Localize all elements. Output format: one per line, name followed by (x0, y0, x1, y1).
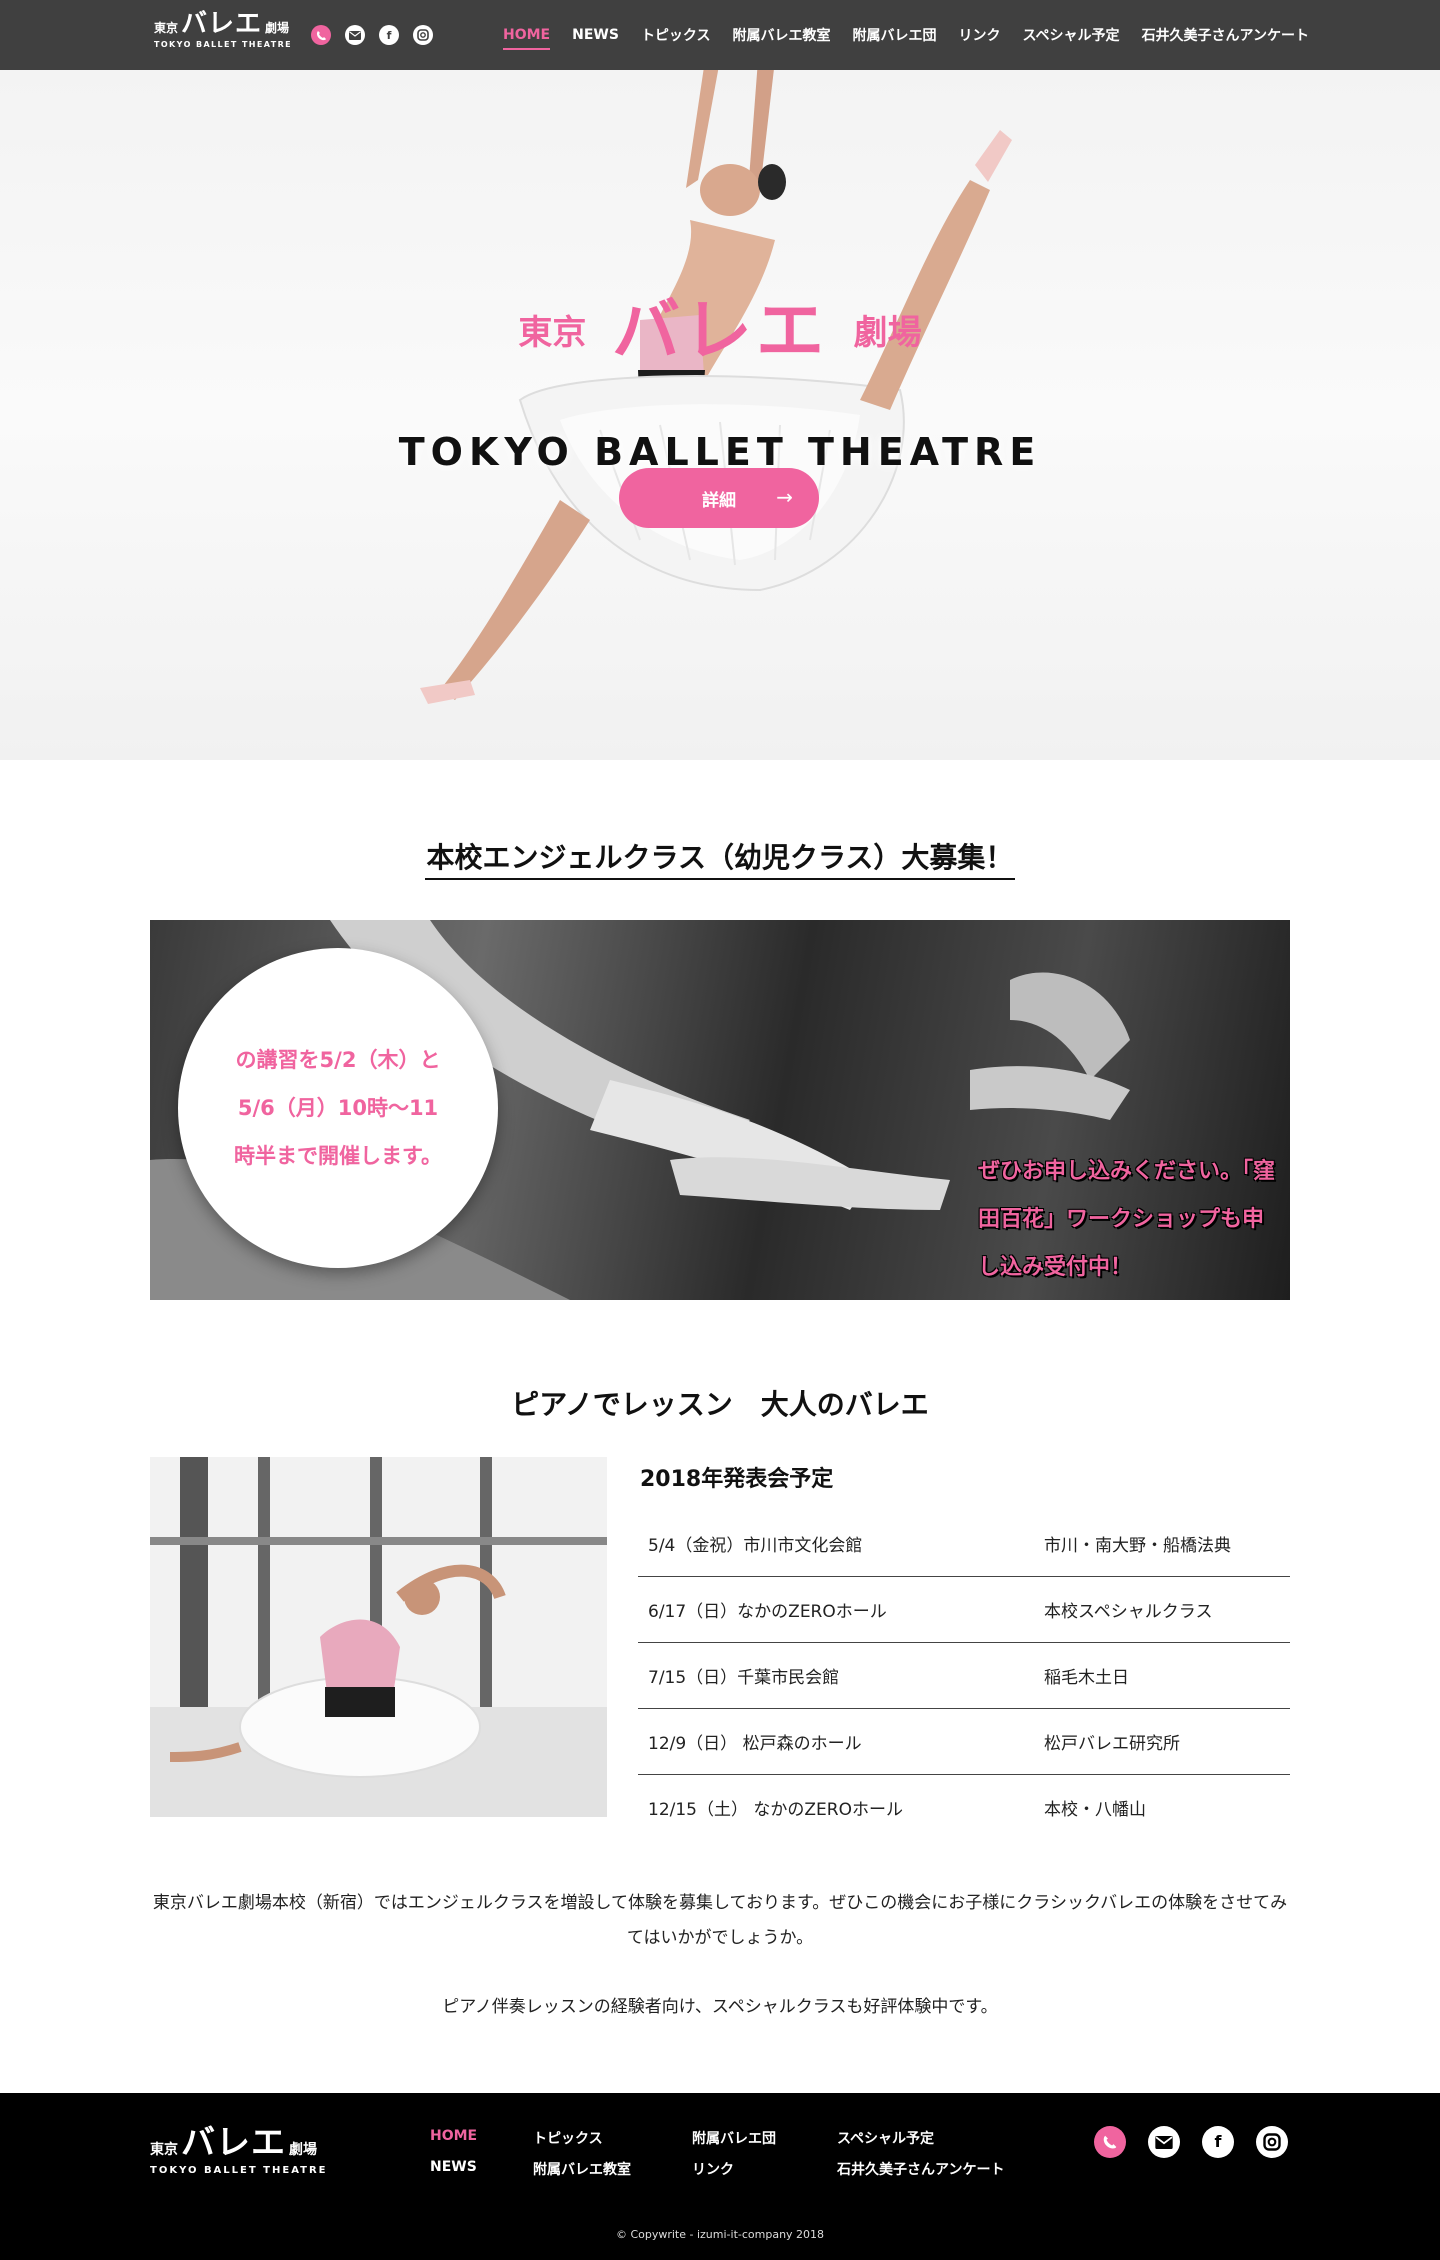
footer-logo-suffix: 劇場 (289, 2142, 317, 2158)
schedule-date: 5/4（金祝）市川市文化会館 (648, 1536, 863, 1556)
banner-workshop-text: ぜひお申し込みください。「窪田百花」ワークショップも申し込み受付中！ (978, 1159, 1276, 1280)
body-paragraph-angel: 東京バレエ劇場本校（新宿）ではエンジェルクラスを増設して体験を募集しております。… (152, 1893, 1288, 1948)
schedule-row: 6/17（日）なかのZEROホール 本校スペシャルクラス (638, 1577, 1290, 1643)
hero-section: 東京 バレエ 劇場 TOKYO BALLET THEATRE 詳細 → (0, 70, 1440, 760)
nav-special-schedule[interactable]: スペシャル予定 (1023, 25, 1120, 45)
header-social-links: f (311, 25, 433, 45)
schedule-panel: 2018年発表会予定 5/4（金祝）市川市文化会館 市川・南大野・船橋法典 6/… (638, 1457, 1290, 1840)
logo-prefix: 東京 (154, 21, 179, 35)
schedule-place: 本校・八幡山 (1044, 1800, 1146, 1820)
angel-section-title: 本校エンジェルクラス（幼児クラス）大募集！ (424, 836, 1016, 880)
hero-title: 東京 バレエ 劇場 (0, 275, 1440, 374)
nav-ballet-school[interactable]: 附属バレエ教室 (733, 25, 831, 45)
footer-link-topics[interactable]: トピックス (533, 2128, 603, 2148)
schedule-place: 本校スペシャルクラス (1044, 1602, 1213, 1622)
header-logo[interactable]: 東京 バレエ 劇場 TOKYO BALLET THEATRE (154, 10, 292, 49)
banner-circle-callout: の講習を5/2（木）と5/6（月）10時～11時半まで開催します。 (178, 948, 498, 1268)
facebook-icon[interactable]: f (379, 25, 399, 45)
footer-link-special-schedule[interactable]: スペシャル予定 (837, 2128, 934, 2148)
schedule-date: 12/9（日） 松戸森のホール (648, 1734, 862, 1754)
logo-suffix: 劇場 (265, 21, 290, 35)
schedule-place: 市川・南大野・船橋法典 (1044, 1536, 1231, 1556)
hero-title-main: バレエ (611, 292, 828, 371)
angel-section-title-wrap: 本校エンジェルクラス（幼児クラス）大募集！ (0, 836, 1440, 880)
nav-topics[interactable]: トピックス (641, 25, 711, 45)
circle-callout-text: の講習を5/2（木）と5/6（月）10時～11時半まで開催します。 (234, 1048, 442, 1168)
footer-link-links[interactable]: リンク (692, 2159, 734, 2179)
site-header: 東京 バレエ 劇場 TOKYO BALLET THEATRE f HOME NE… (0, 0, 1440, 70)
schedule-place: 稲毛木土日 (1044, 1668, 1129, 1688)
line-icon[interactable] (311, 25, 331, 45)
footer-logo-subtitle: TOKYO BALLET THEATRE (150, 2165, 328, 2176)
schedule-row: 12/15（土） なかのZEROホール 本校・八幡山 (638, 1775, 1290, 1840)
stretching-dancer-photo (150, 1457, 607, 1817)
arrow-right-icon: → (776, 485, 793, 509)
footer-social-links: f (1094, 2126, 1288, 2158)
schedule-date: 7/15（日）千葉市民会館 (648, 1668, 840, 1688)
facebook-icon[interactable]: f (1202, 2126, 1234, 2158)
piano-section-title: ピアノでレッスン 大人のバレエ (511, 1388, 929, 1421)
mail-icon[interactable] (1148, 2126, 1180, 2158)
hero-dancer-image (420, 70, 1012, 704)
footer-link-news[interactable]: NEWS (430, 2159, 477, 2175)
footer-logo-main: バレエ (181, 2123, 286, 2163)
line-icon[interactable] (1094, 2126, 1126, 2158)
details-button-label: 詳細 (702, 490, 736, 511)
footer-logo-prefix: 東京 (150, 2142, 178, 2158)
copyright-text: © Copywrite - izumi-it-company 2018 (615, 2228, 825, 2241)
schedule-row: 7/15（日）千葉市民会館 稲毛木土日 (638, 1643, 1290, 1709)
nav-survey[interactable]: 石井久美子さんアンケート (1142, 25, 1309, 45)
nav-news[interactable]: NEWS (572, 27, 619, 43)
footer-link-home[interactable]: HOME (430, 2128, 477, 2144)
schedule-row: 12/9（日） 松戸森のホール 松戸バレエ研究所 (638, 1709, 1290, 1775)
instagram-icon[interactable] (413, 25, 433, 45)
hero-title-prefix: 東京 (518, 313, 587, 353)
nav-home[interactable]: HOME (503, 27, 551, 50)
angel-banner: の講習を5/2（木）と5/6（月）10時～11時半まで開催します。 ぜひお申し込… (150, 920, 1290, 1300)
footer-link-ballet-company[interactable]: 附属バレエ団 (692, 2128, 776, 2148)
schedule-date: 6/17（日）なかのZEROホール (648, 1602, 887, 1622)
logo-main: バレエ (181, 9, 263, 39)
nav-ballet-company[interactable]: 附属バレエ団 (853, 25, 937, 45)
main-nav: HOME NEWS トピックス 附属バレエ教室 附属バレエ団 リンク スペシャル… (503, 0, 1309, 70)
nav-links[interactable]: リンク (959, 25, 1001, 45)
schedule-date: 12/15（土） なかのZEROホール (648, 1800, 903, 1820)
body-paragraph-special: ピアノ伴奏レッスンの経験者向け、スペシャルクラスも好評体験中です。 (442, 1997, 998, 2017)
footer-logo[interactable]: 東京 バレエ 劇場 TOKYO BALLET THEATRE (150, 2125, 328, 2176)
footer-link-ballet-school[interactable]: 附属バレエ教室 (533, 2159, 631, 2179)
instagram-icon[interactable] (1256, 2126, 1288, 2158)
schedule-place: 松戸バレエ研究所 (1044, 1734, 1180, 1754)
details-button[interactable]: 詳細 → (619, 468, 819, 528)
schedule-row: 5/4（金祝）市川市文化会館 市川・南大野・船橋法典 (638, 1511, 1290, 1577)
hero-title-suffix: 劇場 (853, 313, 922, 353)
schedule-title: 2018年発表会予定 (640, 1467, 834, 1492)
footer-link-survey[interactable]: 石井久美子さんアンケート (837, 2159, 1004, 2179)
mail-icon[interactable] (345, 25, 365, 45)
logo-subtitle: TOKYO BALLET THEATRE (154, 40, 293, 49)
